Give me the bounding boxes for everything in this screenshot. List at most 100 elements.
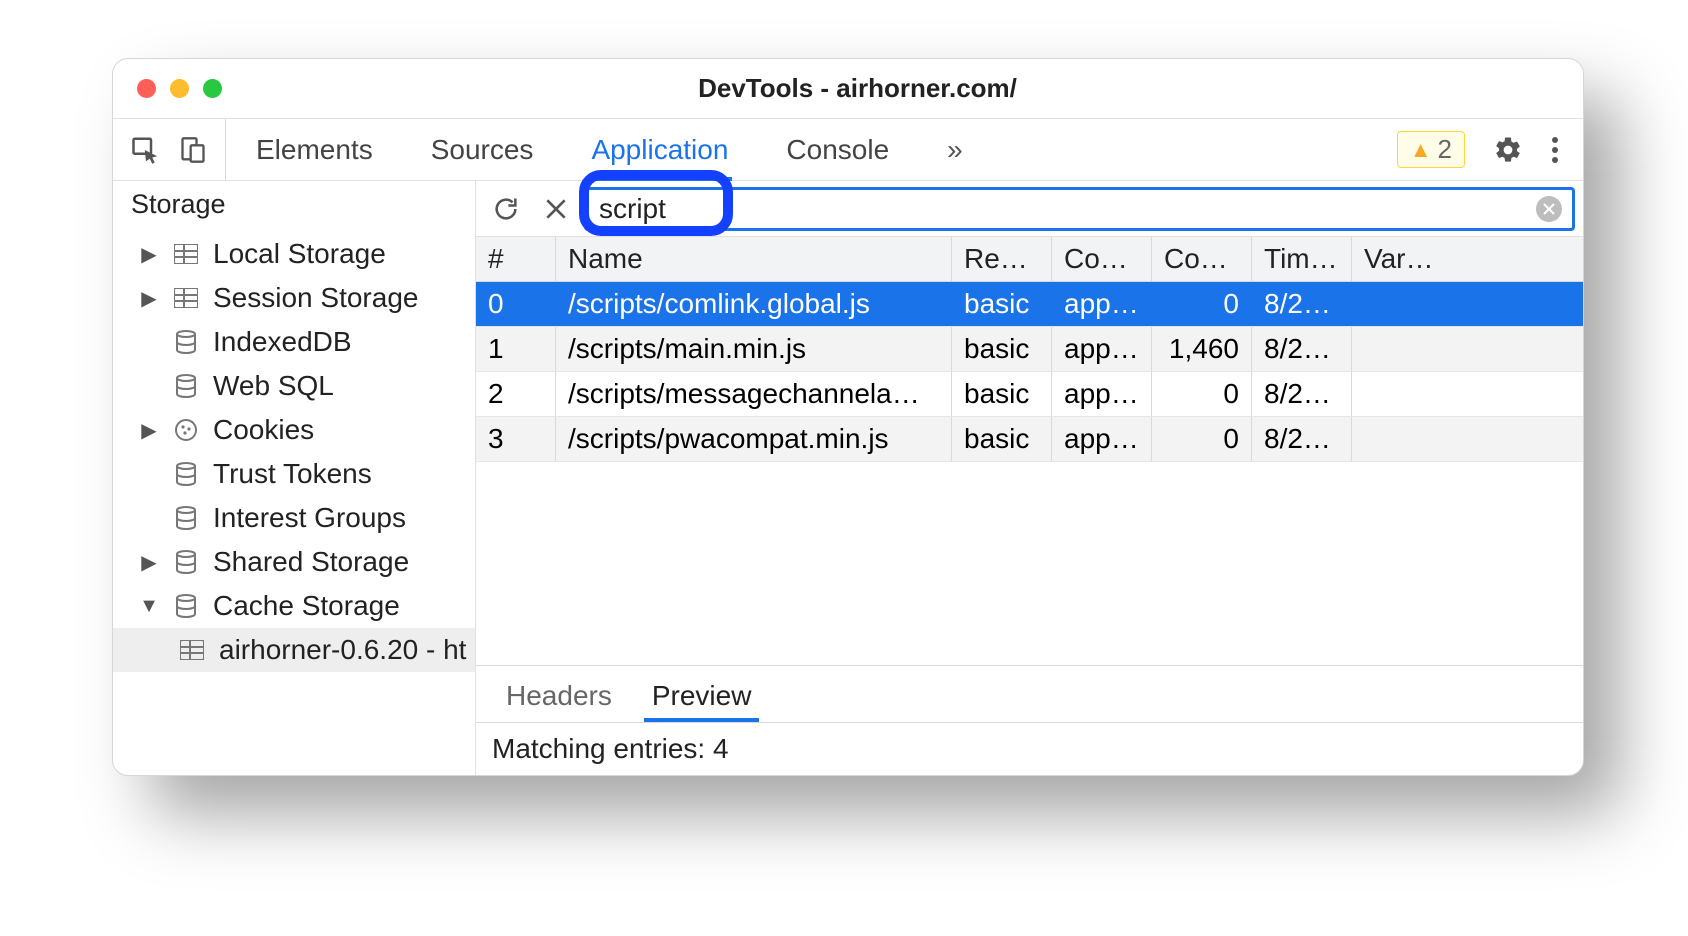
sidebar-item-label: IndexedDB xyxy=(213,326,352,358)
sidebar: Storage ▶ Local Storage ▶ Session Storag… xyxy=(113,181,476,775)
cell-clen: 0 xyxy=(1152,417,1252,461)
cell-ctype: app… xyxy=(1052,282,1152,326)
col-time[interactable]: Tim… xyxy=(1252,237,1352,281)
chevron-down-icon: ▼ xyxy=(139,595,159,618)
close-window-button[interactable] xyxy=(137,79,156,98)
table-row[interactable]: 2/scripts/messagechannela…basicapp…08/2… xyxy=(476,372,1583,417)
database-icon xyxy=(171,374,201,398)
col-vary[interactable]: Var… xyxy=(1352,237,1583,281)
warnings-badge[interactable]: ▲ 2 xyxy=(1397,131,1465,168)
sidebar-item-websql[interactable]: Web SQL xyxy=(113,364,475,408)
col-index[interactable]: # xyxy=(476,237,556,281)
sidebar-item-label: Trust Tokens xyxy=(213,458,372,490)
cell-name: /scripts/messagechannela… xyxy=(556,372,952,416)
sidebar-tree: ▶ Local Storage ▶ Session Storage Indexe… xyxy=(113,232,475,672)
warnings-count: 2 xyxy=(1438,134,1452,165)
sidebar-item-session-storage[interactable]: ▶ Session Storage xyxy=(113,276,475,320)
devtools-window: DevTools - airhorner.com/ Elements Sourc… xyxy=(112,58,1584,776)
cell-clen: 0 xyxy=(1152,282,1252,326)
status-footer: Matching entries: 4 xyxy=(476,722,1583,775)
clear-filter-button[interactable] xyxy=(1536,196,1562,222)
cell-time: 8/2… xyxy=(1252,282,1352,326)
kebab-menu-icon[interactable] xyxy=(1551,135,1559,165)
cell-idx: 0 xyxy=(476,282,556,326)
table-icon xyxy=(177,640,207,660)
tab-console[interactable]: Console xyxy=(786,119,889,180)
table-body: 0/scripts/comlink.global.jsbasicapp…08/2… xyxy=(476,282,1583,462)
sidebar-item-cache-airhorner[interactable]: airhorner-0.6.20 - ht xyxy=(113,628,475,672)
minimize-window-button[interactable] xyxy=(170,79,189,98)
settings-icon[interactable] xyxy=(1493,135,1523,165)
table-row[interactable]: 0/scripts/comlink.global.jsbasicapp…08/2… xyxy=(476,282,1583,327)
cell-idx: 3 xyxy=(476,417,556,461)
zoom-window-button[interactable] xyxy=(203,79,222,98)
database-icon xyxy=(171,330,201,354)
cell-vary xyxy=(1352,327,1583,371)
cell-time: 8/2… xyxy=(1252,327,1352,371)
main-panel: # Name Res… Co… Co… Tim… Var… 0/scripts/… xyxy=(476,181,1583,775)
col-name[interactable]: Name xyxy=(556,237,952,281)
sidebar-item-shared-storage[interactable]: ▶ Shared Storage xyxy=(113,540,475,584)
sidebar-item-cache-storage[interactable]: ▼ Cache Storage xyxy=(113,584,475,628)
col-content-type[interactable]: Co… xyxy=(1052,237,1152,281)
filter-input-wrapper xyxy=(584,187,1575,231)
sidebar-item-local-storage[interactable]: ▶ Local Storage xyxy=(113,232,475,276)
table-row[interactable]: 3/scripts/pwacompat.min.jsbasicapp…08/2… xyxy=(476,417,1583,462)
chevron-right-icon: ▶ xyxy=(139,418,159,443)
col-response[interactable]: Res… xyxy=(952,237,1052,281)
cell-vary xyxy=(1352,282,1583,326)
tab-elements[interactable]: Elements xyxy=(256,119,373,180)
detail-tab-preview[interactable]: Preview xyxy=(650,674,754,722)
sidebar-item-label: Shared Storage xyxy=(213,546,409,578)
cell-idx: 1 xyxy=(476,327,556,371)
cell-name: /scripts/main.min.js xyxy=(556,327,952,371)
filter-toolbar xyxy=(476,181,1583,237)
chevron-right-icon: ▶ xyxy=(139,286,159,311)
table-icon xyxy=(171,244,201,264)
titlebar: DevTools - airhorner.com/ xyxy=(113,59,1583,119)
panel-tabs: Elements Sources Application Console » xyxy=(226,119,1373,180)
warning-icon: ▲ xyxy=(1410,137,1432,163)
cell-vary xyxy=(1352,417,1583,461)
cell-time: 8/2… xyxy=(1252,372,1352,416)
table-icon xyxy=(171,288,201,308)
sidebar-item-label: Session Storage xyxy=(213,282,418,314)
device-toolbar-icon[interactable] xyxy=(179,135,207,165)
chevron-right-icon: ▶ xyxy=(139,550,159,575)
toolbar-left xyxy=(113,119,226,180)
chevron-right-icon: ▶ xyxy=(139,242,159,267)
sidebar-item-trust-tokens[interactable]: Trust Tokens xyxy=(113,452,475,496)
sidebar-item-indexeddb[interactable]: IndexedDB xyxy=(113,320,475,364)
sidebar-item-label: Cache Storage xyxy=(213,590,400,622)
window-controls xyxy=(113,79,222,98)
tab-sources[interactable]: Sources xyxy=(431,119,534,180)
database-icon xyxy=(171,594,201,618)
cell-vary xyxy=(1352,372,1583,416)
filter-input[interactable] xyxy=(597,192,757,226)
sidebar-item-label: airhorner-0.6.20 - ht xyxy=(219,634,466,666)
table-row[interactable]: 1/scripts/main.min.jsbasicapp…1,4608/2… xyxy=(476,327,1583,372)
cell-res: basic xyxy=(952,282,1052,326)
refresh-button[interactable] xyxy=(484,187,528,231)
detail-tab-headers[interactable]: Headers xyxy=(504,674,614,722)
cell-name: /scripts/pwacompat.min.js xyxy=(556,417,952,461)
cache-table: # Name Res… Co… Co… Tim… Var… 0/scripts/… xyxy=(476,237,1583,775)
col-content-length[interactable]: Co… xyxy=(1152,237,1252,281)
delete-button[interactable] xyxy=(534,187,578,231)
sidebar-item-label: Local Storage xyxy=(213,238,386,270)
cell-res: basic xyxy=(952,327,1052,371)
sidebar-section-storage: Storage xyxy=(113,181,475,232)
cell-ctype: app… xyxy=(1052,417,1152,461)
sidebar-item-cookies[interactable]: ▶ Cookies xyxy=(113,408,475,452)
cookie-icon xyxy=(171,418,201,442)
toolbar-right: ▲ 2 xyxy=(1373,119,1583,180)
sidebar-item-interest-groups[interactable]: Interest Groups xyxy=(113,496,475,540)
more-tabs-icon[interactable]: » xyxy=(947,134,963,166)
tab-application[interactable]: Application xyxy=(591,119,728,180)
cell-idx: 2 xyxy=(476,372,556,416)
inspect-element-icon[interactable] xyxy=(131,135,161,165)
database-icon xyxy=(171,506,201,530)
sidebar-item-label: Web SQL xyxy=(213,370,334,402)
table-header: # Name Res… Co… Co… Tim… Var… xyxy=(476,237,1583,282)
database-icon xyxy=(171,462,201,486)
